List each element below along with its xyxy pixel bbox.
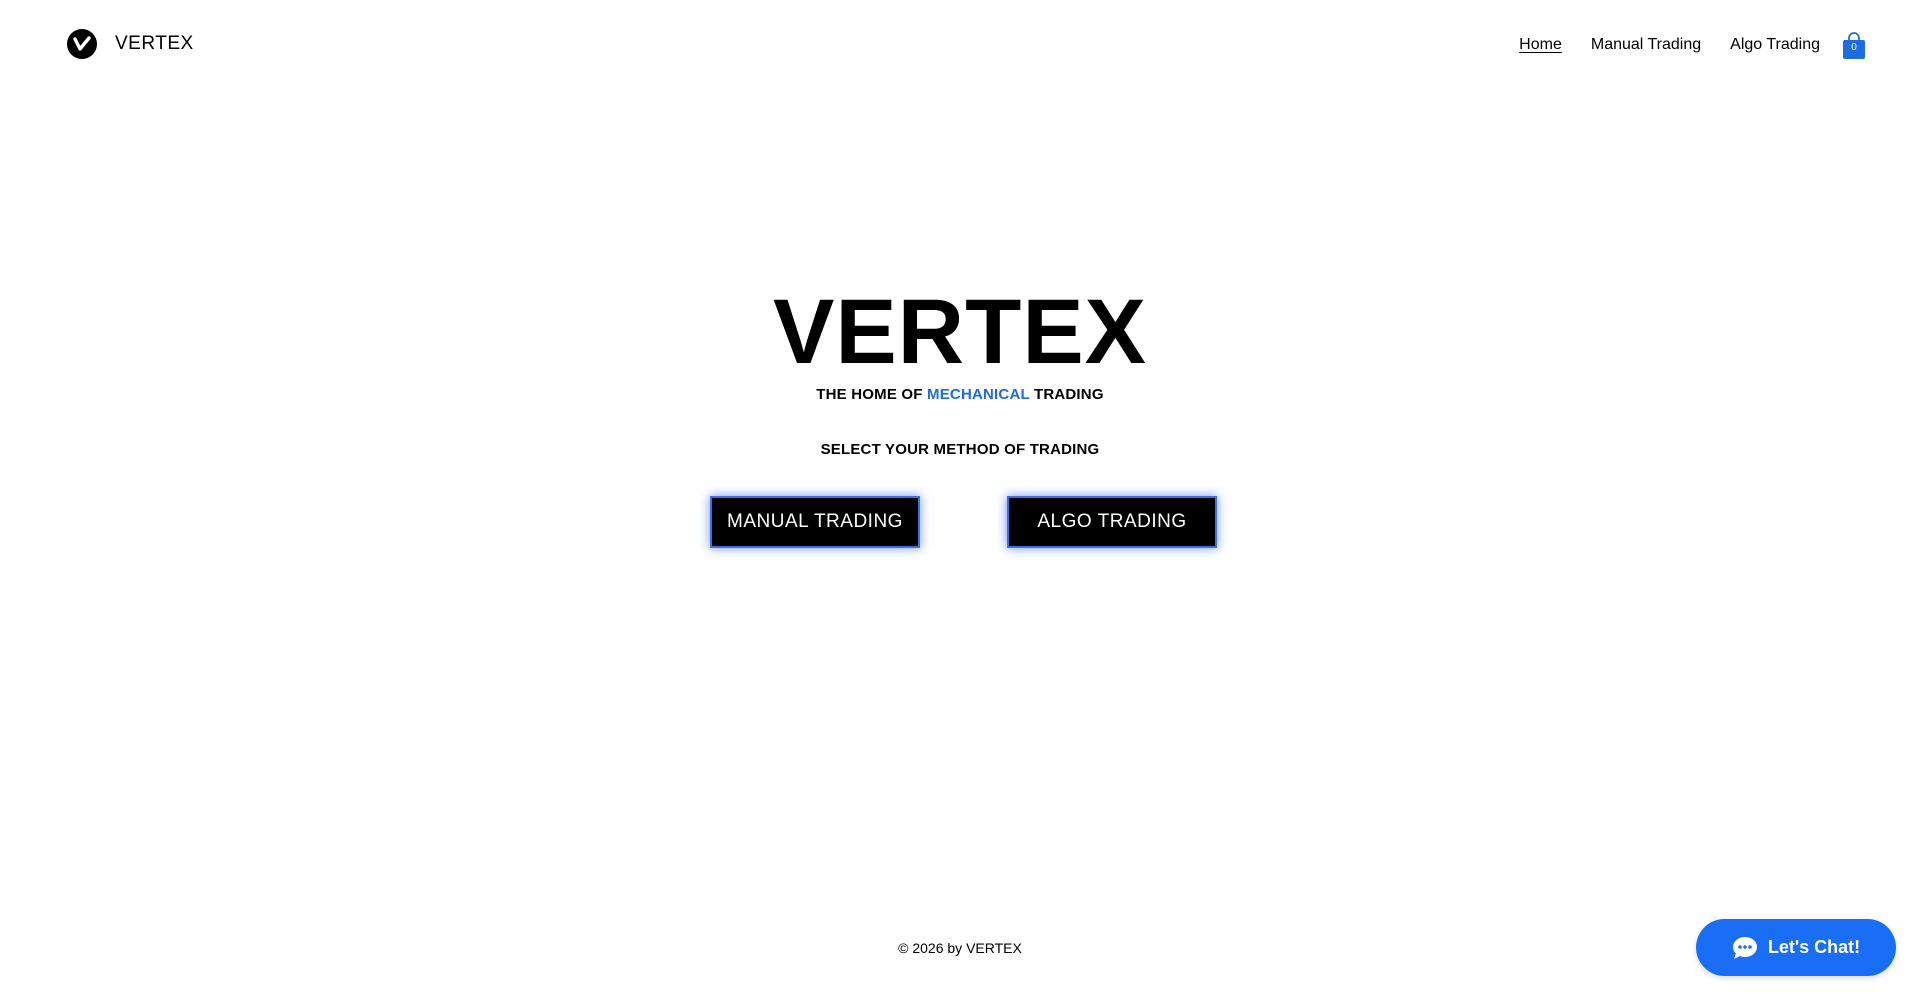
page: VERTEX Home Manual Trading Algo Trading … bbox=[0, 0, 1920, 993]
chat-label: Let's Chat! bbox=[1767, 937, 1861, 957]
tagline-end: TRADING bbox=[1033, 386, 1104, 403]
cart-count: 0 bbox=[1851, 42, 1857, 53]
vertex-v-logo-icon bbox=[67, 29, 97, 59]
brand-link[interactable]: VERTEX bbox=[67, 29, 194, 59]
select-method-label: SELECT YOUR METHOD OF TRADING bbox=[820, 441, 1100, 458]
manual-trading-button[interactable]: MANUAL TRADING bbox=[710, 496, 920, 548]
hero-tagline: THE HOME OF MECHANICAL TRADING bbox=[0, 386, 1920, 403]
nav-item-home[interactable]: Home bbox=[1519, 31, 1562, 59]
footer-copyright: © 2026 by VERTEX bbox=[898, 940, 1022, 956]
nav-item-manual-trading[interactable]: Manual Trading bbox=[1591, 31, 1701, 59]
chat-bubble-icon bbox=[1732, 936, 1757, 959]
site-header: VERTEX Home Manual Trading Algo Trading … bbox=[0, 0, 1920, 90]
brand-name: VERTEX bbox=[115, 33, 194, 54]
chat-button[interactable]: Let's Chat! bbox=[1696, 919, 1896, 976]
cart-button[interactable]: 0 bbox=[1842, 31, 1866, 59]
main-nav: Home Manual Trading Algo Trading 0 bbox=[1490, 31, 1866, 59]
tagline-start: THE HOME OF bbox=[816, 386, 923, 403]
nav-item-algo-trading[interactable]: Algo Trading bbox=[1730, 31, 1820, 59]
algo-trading-button[interactable]: ALGO TRADING bbox=[1007, 496, 1217, 548]
hero-title: VERTEX bbox=[772, 281, 1148, 383]
tagline-accent: MECHANICAL bbox=[927, 386, 1030, 403]
